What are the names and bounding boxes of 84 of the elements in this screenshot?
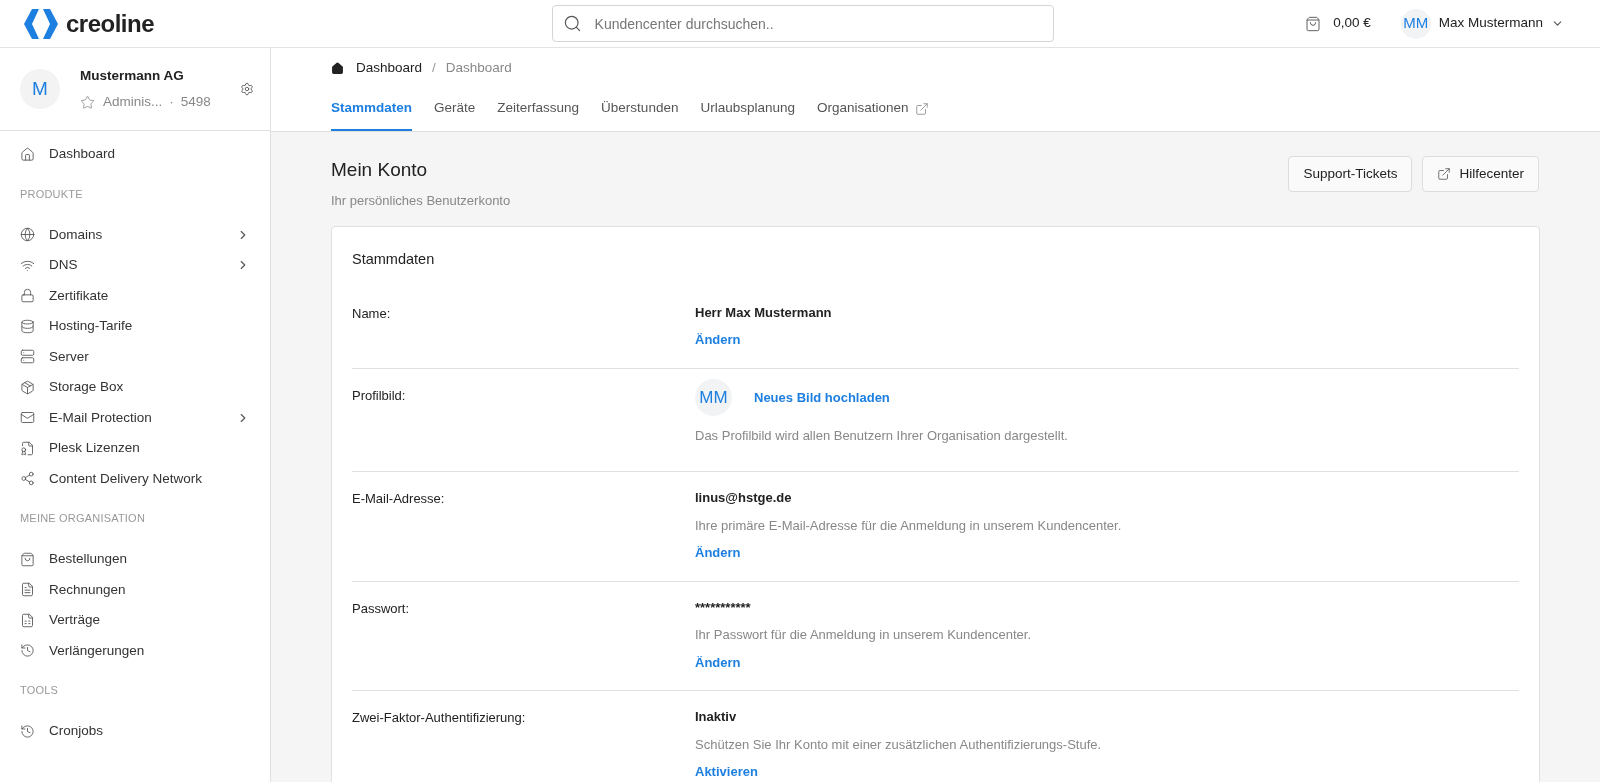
org-role: Adminis... — [103, 93, 163, 111]
breadcrumb-link[interactable]: Dashboard — [356, 57, 423, 79]
separator-dot: · — [169, 93, 174, 111]
field-value: *********** — [695, 598, 752, 617]
server-icon — [20, 349, 35, 365]
search-field[interactable]: Kundencenter durchsuchen.. — [551, 5, 1054, 42]
box-icon — [20, 379, 35, 395]
tab[interactable]: Zeiterfassung — [497, 88, 580, 131]
header-button[interactable]: Hilfecenter — [1422, 156, 1539, 192]
org-avatar: M — [20, 69, 60, 109]
mail-icon — [20, 410, 35, 426]
page-subtitle: Ihr persönliches Benutzerkonto — [331, 191, 511, 210]
network-icon — [20, 471, 35, 487]
org-number: 5498 — [180, 93, 211, 111]
document-icon — [20, 440, 35, 456]
field-value: linus@hstge.de — [695, 489, 793, 508]
field-value: Herr Max Mustermann — [695, 303, 833, 322]
home-icon[interactable] — [331, 61, 344, 75]
tab[interactable]: Stammdaten — [331, 88, 413, 131]
external-link-icon — [914, 101, 929, 116]
field-label: Passwort: — [352, 599, 411, 618]
user-avatar[interactable]: MM — [1400, 8, 1431, 39]
field-label: Zwei-Faktor-Authentifizierung: — [352, 709, 527, 728]
page-title: Mein Konto — [331, 158, 429, 182]
user-name[interactable]: Max Mustermann — [1438, 13, 1543, 34]
bag-icon — [20, 551, 35, 567]
history-icon — [20, 723, 35, 739]
sidebar-item[interactable]: Dashboard — [0, 139, 270, 170]
field-description: Schützen Sie Ihr Konto mit einer zusätzlichen Authentifizierungs-Stufe. — [695, 735, 1103, 754]
lock-icon — [20, 288, 35, 304]
sidebar-item[interactable]: Hosting-Tarife — [0, 311, 270, 342]
star-icon[interactable] — [80, 94, 95, 110]
sidebar-item[interactable]: E-Mail Protection — [0, 402, 270, 433]
sidebar-item[interactable]: Content Delivery Network — [0, 463, 270, 494]
field-label: Profilbild: — [352, 386, 407, 405]
sidebar-item[interactable]: Domains — [0, 219, 270, 250]
globe-icon — [20, 227, 35, 243]
logo-text: creoline — [66, 8, 155, 39]
action-link[interactable]: Ändern — [695, 332, 741, 348]
field-label: E-Mail-Adresse: — [352, 490, 446, 509]
bag-icon[interactable] — [1305, 15, 1322, 32]
breadcrumb-link[interactable]: Dashboard — [445, 57, 512, 79]
section-heading: PRODUKTE — [19, 186, 84, 202]
database-icon — [20, 318, 35, 334]
sidebar-item[interactable]: Verlängerungen — [0, 635, 270, 666]
sidebar-item[interactable]: Cronjobs — [0, 716, 270, 747]
header-button[interactable]: Support-Tickets — [1288, 156, 1413, 192]
breadcrumb-separator: / — [432, 58, 436, 77]
history-icon — [20, 643, 35, 659]
sidebar-item[interactable]: Storage Box — [0, 372, 270, 403]
document-icon — [20, 582, 35, 598]
sidebar-item[interactable]: Server — [0, 341, 270, 372]
section-heading: TOOLS — [19, 683, 60, 699]
profile-avatar: MM — [695, 378, 732, 416]
card-title: Stammdaten — [352, 250, 436, 269]
field-description: Das Profilbild wird allen Benutzern Ihrer Organisation dargestellt. — [695, 426, 1069, 445]
action-link[interactable]: Aktivieren — [695, 764, 758, 780]
wifi-icon — [20, 257, 35, 273]
sidebar-item[interactable]: Zertifikate — [0, 280, 270, 311]
sidebar-item[interactable]: Verträge — [0, 605, 270, 636]
settings-icon[interactable] — [240, 82, 254, 96]
sidebar-item[interactable]: Bestellungen — [0, 544, 270, 575]
field-value: Inaktiv — [695, 708, 738, 727]
action-link[interactable]: Ändern — [695, 654, 741, 670]
cart-total[interactable]: 0,00 € — [1333, 13, 1371, 34]
tab[interactable]: Überstunden — [601, 88, 679, 131]
upload-link[interactable]: Neues Bild hochladen — [754, 387, 890, 407]
tab[interactable]: Organisationen — [817, 88, 929, 131]
field-description: Ihre primäre E-Mail-Adresse für die Anmeldung in unserem Kundencenter. — [695, 516, 1123, 535]
tab[interactable]: Urlaubsplanung — [700, 88, 795, 131]
action-link[interactable]: Ändern — [695, 545, 741, 561]
org-name: Mustermann AG — [80, 66, 185, 85]
sidebar-item[interactable]: Rechnungen — [0, 574, 270, 605]
document-icon — [20, 612, 35, 628]
home-icon — [20, 146, 35, 162]
logo-icon — [22, 7, 60, 40]
tab[interactable]: Geräte — [434, 88, 476, 131]
field-description: Ihr Passwort für die Anmeldung in unserem Kundencenter. — [695, 626, 1033, 645]
sidebar-item[interactable]: Plesk Lizenzen — [0, 433, 270, 464]
field-label: Name: — [352, 304, 392, 323]
sidebar-item[interactable]: DNS — [0, 250, 270, 281]
external-link-icon — [1437, 167, 1452, 181]
section-heading: MEINE ORGANISATION — [19, 511, 147, 527]
search-icon — [562, 14, 582, 33]
